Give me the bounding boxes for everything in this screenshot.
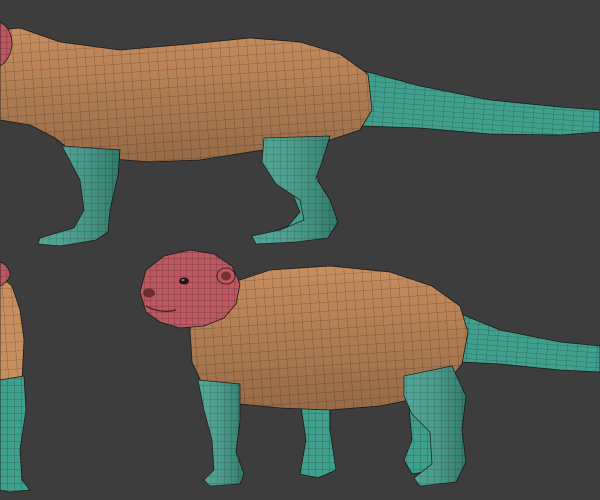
three-quarter-view-nose — [143, 288, 155, 298]
3d-viewport[interactable] — [0, 0, 600, 500]
three-quarter-view-eye — [179, 277, 189, 285]
otter-topology-render — [0, 0, 600, 500]
